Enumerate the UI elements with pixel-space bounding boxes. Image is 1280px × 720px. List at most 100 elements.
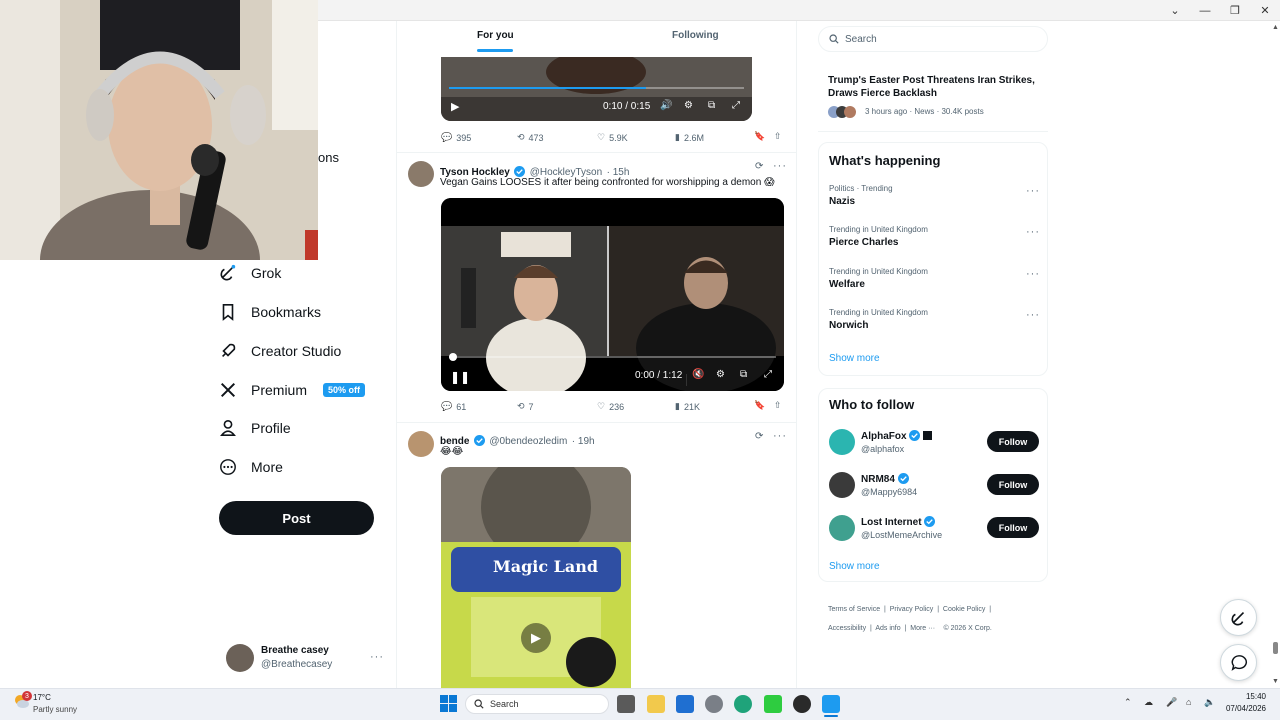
clock-date[interactable]: 07/04/2026 — [1222, 704, 1266, 713]
reply-button[interactable]: 💬 61 — [441, 401, 466, 412]
trend-item[interactable]: Politics · Trending Nazis — [829, 184, 1039, 207]
video-frame-image — [441, 198, 784, 391]
nav-item-grok[interactable]: Grok — [219, 255, 281, 291]
video-progress-track[interactable] — [449, 356, 776, 358]
play-icon[interactable]: ▶ — [451, 100, 459, 113]
nav-label-bookmarks: Bookmarks — [251, 304, 322, 320]
tweet-avatar[interactable] — [408, 431, 434, 457]
bookmark-button[interactable]: 🔖 — [754, 400, 765, 411]
footer-link-privacy[interactable]: Privacy Policy — [890, 606, 934, 613]
fullscreen-icon[interactable]: ⤢ — [732, 100, 740, 111]
pause-icon[interactable]: ❚❚ — [450, 370, 470, 384]
file-explorer-icon[interactable] — [647, 695, 665, 713]
tweet-author-handle[interactable]: @0bendeozledim — [489, 436, 567, 447]
follow-show-more-link[interactable]: Show more — [829, 561, 880, 572]
messages-float-button[interactable] — [1220, 644, 1257, 681]
nav-item-bookmarks[interactable]: Bookmarks — [219, 294, 321, 330]
microphone-icon[interactable]: 🎤 — [1166, 697, 1177, 708]
volume-icon[interactable]: 🔊 — [660, 100, 672, 111]
follow-button[interactable]: Follow — [987, 517, 1039, 538]
trend-item[interactable]: Trending in United Kingdom Welfare — [829, 267, 1039, 290]
play-overlay-icon[interactable]: ▶ — [521, 623, 551, 653]
trends-show-more-link[interactable]: Show more — [829, 353, 880, 364]
tab-for-you[interactable]: For you — [477, 30, 514, 41]
grok-explain-icon[interactable]: ⟳ — [755, 431, 763, 442]
obs-icon[interactable] — [793, 695, 811, 713]
share-button[interactable]: ⇧ — [774, 131, 782, 142]
tweet-video[interactable]: ▶ 0:10 / 0:15 🔊 ⚙ ⧉ ⤢ — [441, 57, 752, 121]
pip-icon[interactable]: ⧉ — [740, 369, 747, 380]
nav-item-profile[interactable]: Profile — [219, 410, 291, 446]
footer-link-cookies[interactable]: Cookie Policy — [943, 606, 985, 613]
footer-link-terms[interactable]: Terms of Service — [828, 606, 880, 613]
tweet-video[interactable]: Magic Land ▶ — [441, 467, 631, 688]
like-button[interactable]: ♡ 5.9K — [597, 132, 628, 143]
scroll-down-arrow[interactable]: ▼ — [1272, 678, 1279, 686]
volume-tray-icon[interactable]: 🔈 — [1204, 697, 1215, 708]
mute-icon[interactable]: 🔇 — [692, 369, 704, 380]
weather-temp[interactable]: 17°C — [33, 693, 51, 702]
edge-browser-icon[interactable] — [734, 695, 752, 713]
nav-item-premium[interactable]: Premium 50% off — [219, 372, 366, 408]
clock-time[interactable]: 15:40 — [1228, 692, 1266, 701]
follow-button[interactable]: Follow — [987, 474, 1039, 495]
taskbar-search[interactable]: Search — [465, 694, 609, 714]
bookmark-button[interactable]: 🔖 — [754, 131, 765, 142]
trend-more-icon[interactable]: ··· — [1026, 309, 1040, 321]
chat-bubble-icon — [1231, 654, 1247, 671]
trend-more-icon[interactable]: ··· — [1026, 185, 1040, 197]
account-switcher[interactable]: Breathe casey @Breathecasey — [226, 644, 376, 674]
app-k-icon[interactable] — [764, 695, 782, 713]
news-headline[interactable]: Trump's Easter Post Threatens Iran Strik… — [828, 74, 1043, 100]
settings-gear-icon[interactable]: ⚙ — [684, 100, 693, 111]
share-button[interactable]: ⇧ — [774, 400, 782, 411]
tab-following[interactable]: Following — [672, 30, 719, 41]
active-app-icon[interactable] — [822, 695, 840, 713]
store-icon[interactable] — [676, 695, 694, 713]
trend-item[interactable]: Trending in United Kingdom Pierce Charle… — [829, 225, 1039, 248]
nav-item-creator-studio[interactable]: Creator Studio — [219, 333, 341, 369]
tweet-more-icon[interactable]: ··· — [773, 430, 787, 442]
follow-button[interactable]: Follow — [987, 431, 1039, 452]
views-button[interactable]: ▮ 2.6M — [675, 132, 704, 143]
news-card[interactable]: Trump's Easter Post Threatens Iran Strik… — [818, 66, 1048, 132]
task-view-icon[interactable] — [617, 695, 635, 713]
pip-icon[interactable]: ⧉ — [708, 100, 715, 111]
video-scrubber-handle[interactable] — [449, 353, 457, 361]
reply-button[interactable]: 💬 395 — [441, 132, 471, 143]
search-input[interactable]: Search — [818, 26, 1048, 52]
nav-item-more[interactable]: More — [219, 449, 283, 485]
fullscreen-icon[interactable]: ⤢ — [764, 369, 772, 380]
grok-explain-icon[interactable]: ⟳ — [755, 161, 763, 172]
account-more-icon[interactable]: ··· — [370, 651, 384, 663]
footer-link-accessibility[interactable]: Accessibility — [828, 625, 866, 632]
trend-item[interactable]: Trending in United Kingdom Norwich — [829, 308, 1039, 331]
tray-chevron-icon[interactable]: ⌃ — [1124, 697, 1132, 708]
tweet-avatar[interactable] — [408, 161, 434, 187]
footer-link-more[interactable]: More ··· — [910, 625, 935, 632]
footer-link-ads-info[interactable]: Ads info — [875, 625, 900, 632]
like-button[interactable]: ♡ 236 — [597, 401, 624, 412]
start-button[interactable] — [440, 695, 457, 712]
post-button[interactable]: Post — [219, 501, 374, 535]
network-icon[interactable]: ⌂ — [1186, 697, 1191, 707]
settings-icon[interactable] — [705, 695, 723, 713]
views-button[interactable]: ▮ 21K — [675, 401, 700, 412]
tweet-video[interactable]: ❚❚ 0:00 / 1:12 🔇 ⚙ ⧉ ⤢ — [441, 198, 784, 391]
dropdown-chevron-icon[interactable]: ⌄ — [1160, 0, 1190, 21]
repost-button[interactable]: ⟲ 473 — [517, 132, 544, 143]
tray-app-icon[interactable]: ☁ — [1144, 697, 1153, 708]
maximize-button[interactable]: ❐ — [1220, 0, 1250, 21]
trend-more-icon[interactable]: ··· — [1026, 268, 1040, 280]
close-window-button[interactable]: ✕ — [1250, 0, 1280, 21]
trend-more-icon[interactable]: ··· — [1026, 226, 1040, 238]
settings-gear-icon[interactable]: ⚙ — [716, 369, 725, 380]
weather-desc[interactable]: Partly sunny — [33, 705, 77, 714]
tweet-time[interactable]: · 19h — [572, 436, 595, 447]
minimize-button[interactable]: — — [1190, 0, 1220, 21]
scroll-up-arrow[interactable]: ▲ — [1272, 24, 1279, 32]
tweet-more-icon[interactable]: ··· — [773, 160, 787, 172]
grok-float-button[interactable] — [1220, 599, 1257, 636]
repost-button[interactable]: ⟲ 7 — [517, 401, 534, 412]
scrollbar-thumb[interactable] — [1273, 642, 1278, 654]
